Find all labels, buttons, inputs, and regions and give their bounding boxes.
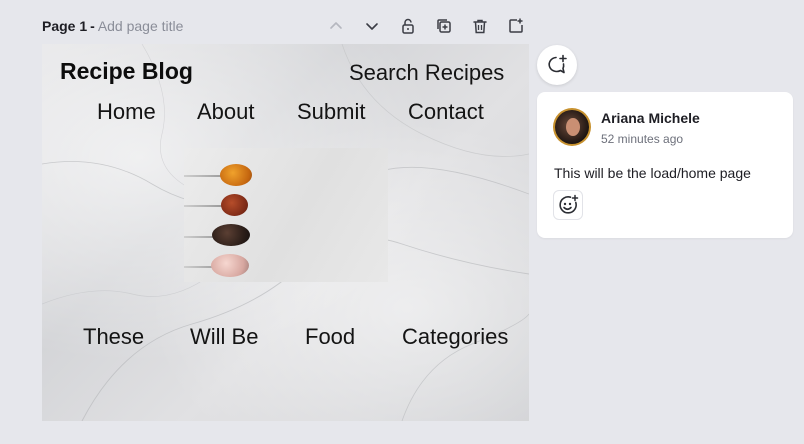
nav-item-home[interactable]: Home bbox=[97, 99, 156, 125]
turmeric-spoon bbox=[220, 164, 252, 186]
add-comment-icon bbox=[548, 54, 567, 74]
nav-item-contact[interactable]: Contact bbox=[408, 99, 484, 125]
lock-icon bbox=[402, 18, 414, 34]
comment-text: This will be the load/home page bbox=[554, 165, 751, 181]
nav-bar: Home About Submit Contact bbox=[42, 99, 529, 129]
category-row: These Will Be Food Categories bbox=[42, 324, 529, 354]
add-page-button[interactable] bbox=[504, 14, 528, 38]
pink-salt-spoon bbox=[211, 254, 249, 277]
spices-photo[interactable] bbox=[184, 148, 388, 282]
lock-page-button[interactable] bbox=[396, 14, 420, 38]
add-page-icon bbox=[509, 18, 523, 33]
page-toolbar bbox=[324, 14, 540, 38]
category-categories[interactable]: Categories bbox=[402, 324, 508, 350]
delete-page-button[interactable] bbox=[468, 14, 492, 38]
duplicate-page-button[interactable] bbox=[432, 14, 456, 38]
page-separator: - bbox=[90, 18, 95, 34]
move-page-up-button[interactable] bbox=[324, 14, 348, 38]
add-comment-button[interactable] bbox=[537, 45, 577, 85]
page-title-input[interactable]: Add page title bbox=[98, 18, 184, 34]
emoji-reaction-icon bbox=[559, 194, 579, 214]
nav-item-submit[interactable]: Submit bbox=[297, 99, 365, 125]
blog-title[interactable]: Recipe Blog bbox=[60, 58, 193, 85]
search-recipes-link[interactable]: Search Recipes bbox=[349, 60, 504, 86]
avatar-face bbox=[566, 118, 580, 136]
comment-author: Ariana Michele bbox=[601, 110, 700, 126]
move-page-down-button[interactable] bbox=[360, 14, 384, 38]
add-reaction-button[interactable] bbox=[553, 190, 583, 220]
comment-timestamp: 52 minutes ago bbox=[601, 132, 684, 146]
category-will-be[interactable]: Will Be bbox=[190, 324, 258, 350]
peppercorn-spoon bbox=[212, 224, 250, 246]
page-label: Page 1 bbox=[42, 18, 88, 34]
duplicate-page-icon bbox=[437, 19, 451, 33]
page-header: Page 1 - Add page title bbox=[42, 15, 183, 37]
design-canvas[interactable]: Recipe Blog Search Recipes Home About Su… bbox=[42, 44, 529, 421]
chevron-down-icon bbox=[366, 23, 378, 30]
chevron-up-icon bbox=[330, 22, 342, 29]
nav-item-about[interactable]: About bbox=[197, 99, 255, 125]
avatar-image bbox=[555, 110, 589, 144]
trash-icon bbox=[473, 19, 487, 34]
comment-card: Ariana Michele 52 minutes ago This will … bbox=[537, 92, 793, 238]
category-these[interactable]: These bbox=[83, 324, 144, 350]
category-food[interactable]: Food bbox=[305, 324, 355, 350]
paprika-spoon bbox=[221, 194, 248, 216]
avatar[interactable] bbox=[553, 108, 591, 146]
